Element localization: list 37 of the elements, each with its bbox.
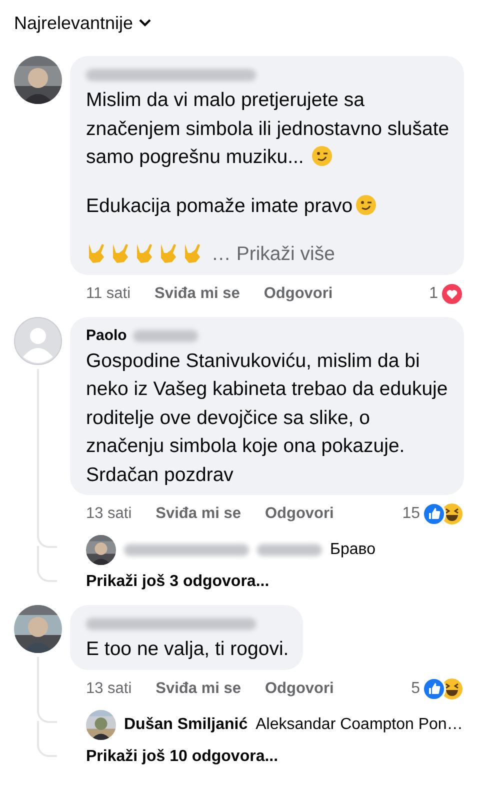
- like-reaction-icon: [422, 676, 446, 700]
- reply-link[interactable]: Odgovori: [264, 680, 334, 698]
- author-name[interactable]: Paolo: [86, 327, 127, 344]
- comment-text: Edukacija pomaže imate pravo: [86, 192, 450, 220]
- winking-face-icon: [354, 194, 377, 216]
- reply-link[interactable]: Odgovori: [264, 284, 333, 302]
- author-name[interactable]: Dušan Smiljanić: [124, 716, 248, 734]
- reaction-count: 15: [402, 505, 420, 523]
- reply-text: Браво: [330, 541, 376, 559]
- chevron-down-icon: [139, 19, 152, 27]
- thread-connector: [37, 569, 57, 582]
- reply-link[interactable]: Odgovori: [264, 505, 334, 523]
- blurred-name: [132, 330, 198, 342]
- like-reaction-icon: [422, 502, 446, 526]
- blurred-name: [257, 544, 322, 556]
- comment-time: 13 sati: [86, 680, 132, 698]
- comment-time: 13 sati: [86, 505, 132, 523]
- comment-text: E too ne valja, ti rogovi.: [86, 637, 289, 662]
- love-reaction-icon: [440, 282, 464, 306]
- winking-face-icon: [311, 145, 334, 167]
- sort-dropdown[interactable]: Najrelevantnije: [0, 10, 152, 36]
- comment-text: Gospodine Stanivukoviću, mislim da bi neko iz Vašeg kabineta trebao da edukuje roditelje ove devojčice sa slike, o značenju simbola koje ona pokazuje. Srdačan pozdrav: [86, 348, 449, 488]
- thread-connector: [37, 702, 57, 722]
- like-link[interactable]: Sviđa mi se: [156, 505, 241, 523]
- more-replies-link[interactable]: Prikaži još 3 odgovora...: [70, 569, 270, 595]
- thread-connector: [37, 527, 57, 548]
- reply-text: Aleksandar Coampton Pon…: [256, 716, 463, 734]
- comment-text: Mislim da vi malo pretjerujete sa značenjem simbola ili jednostavno slušate samo pogrešnu muziku...: [86, 88, 450, 170]
- comment-time: 11 sati: [86, 284, 131, 302]
- thread-connector: [37, 744, 57, 756]
- reaction-count: 5: [411, 680, 420, 698]
- like-link[interactable]: Sviđa mi se: [154, 284, 240, 302]
- reaction-count: 1: [429, 284, 438, 302]
- like-link[interactable]: Sviđa mi se: [156, 680, 241, 698]
- see-more-link[interactable]: … Prikaži više: [206, 243, 335, 265]
- default-avatar-icon: [14, 316, 62, 364]
- more-replies-link[interactable]: Prikaži još 10 odgovora...: [70, 744, 278, 770]
